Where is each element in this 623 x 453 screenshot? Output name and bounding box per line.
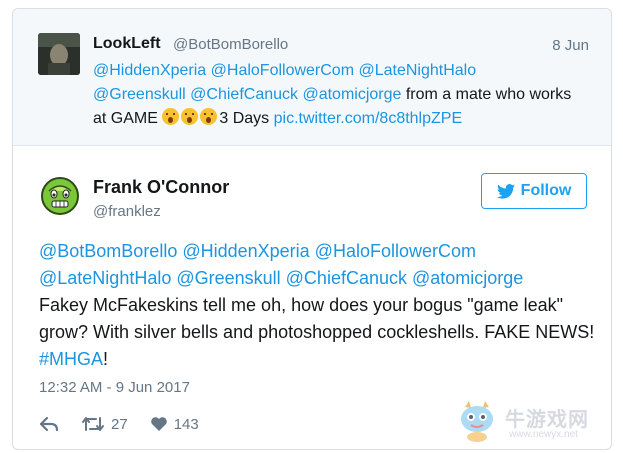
tweet-timestamp[interactable]: 12:32 AM - 9 Jun 2017 [39, 379, 190, 396]
hushed-face-emoji-icon [181, 108, 199, 125]
quoted-author-handle[interactable]: @BotBomBorello [173, 36, 288, 53]
author-handle[interactable]: @franklez [93, 203, 161, 220]
quoted-body-text-2: 3 Days [219, 110, 270, 127]
reply-button[interactable] [39, 416, 59, 432]
tweet-text: @BotBomBorello @HiddenXperia @HaloFollow… [39, 238, 599, 373]
hushed-face-emoji-icon [162, 108, 180, 125]
tweet-body-end: ! [103, 349, 109, 369]
quoted-author-name[interactable]: LookLeft [93, 35, 161, 53]
hushed-face-emoji-icon [200, 108, 218, 125]
watermark-text: 牛游戏网 [505, 409, 589, 431]
retweet-count: 27 [111, 415, 128, 433]
twitter-bird-icon [496, 183, 515, 199]
hashtag-link[interactable]: #MHGA [39, 349, 103, 369]
tweet-mentions-line2[interactable]: @LateNightHalo @Greenskull @ChiefCanuck … [39, 268, 523, 288]
mascot-logo-icon [461, 401, 493, 442]
follow-button[interactable]: Follow [481, 173, 587, 209]
quoted-date[interactable]: 8 Jun [552, 37, 589, 54]
author-avatar[interactable] [41, 177, 79, 215]
quoted-mentions-line2[interactable]: @Greenskull @ChiefCanuck @atomicjorge [93, 86, 401, 103]
quoted-avatar[interactable] [38, 33, 80, 75]
author-name[interactable]: Frank O'Connor [93, 177, 229, 198]
tweet-mentions-line1[interactable]: @BotBomBorello @HiddenXperia @HaloFollow… [39, 241, 476, 261]
retweet-icon [82, 417, 104, 431]
follow-button-label: Follow [520, 182, 572, 199]
tweet-body: Fakey McFakeskins tell me oh, how does y… [39, 295, 595, 342]
tweet-card: LookLeft @BotBomBorello 8 Jun @HiddenXpe… [12, 8, 612, 450]
like-button[interactable]: 143 [150, 416, 199, 433]
quoted-tweet[interactable]: LookLeft @BotBomBorello 8 Jun @HiddenXpe… [13, 9, 611, 146]
tweet-actions: 27 143 [39, 413, 221, 435]
reply-icon [39, 416, 59, 432]
watermark-url: www.newyx.net [509, 429, 578, 440]
quoted-text: @HiddenXperia @HaloFollowerCom @LateNigh… [93, 59, 583, 131]
retweet-button[interactable]: 27 [81, 416, 128, 433]
like-count: 143 [173, 415, 199, 433]
quoted-media-link[interactable]: pic.twitter.com/8c8thlpZPE [274, 110, 463, 127]
quoted-mentions-line1[interactable]: @HiddenXperia @HaloFollowerCom @LateNigh… [93, 62, 476, 79]
site-watermark: 牛游戏网 www.newyx.net [453, 399, 603, 445]
heart-icon [150, 417, 167, 431]
